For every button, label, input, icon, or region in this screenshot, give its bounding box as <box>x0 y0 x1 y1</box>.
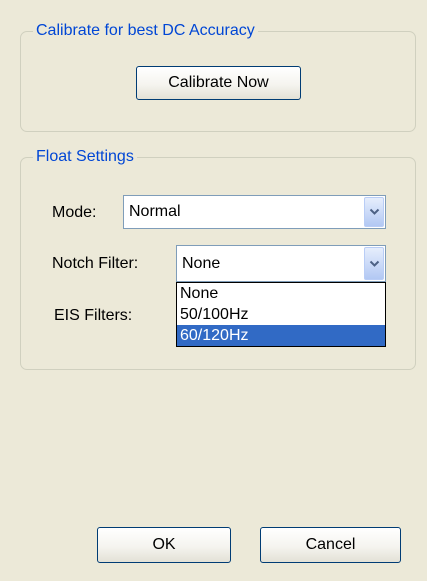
notch-filter-label: Notch Filter: <box>52 255 139 272</box>
notch-filter-select[interactable]: None <box>176 245 386 282</box>
calibrate-now-button[interactable]: Calibrate Now <box>136 66 301 100</box>
calibration-dialog: { "calibrate_group": { "title": "Calibra… <box>0 0 427 581</box>
notch-filter-dropdown-button[interactable] <box>364 247 384 280</box>
mode-select[interactable]: Normal <box>123 195 386 229</box>
notch-option-60-120hz[interactable]: 60/120Hz <box>177 325 385 346</box>
ok-button-label: OK <box>152 536 176 553</box>
ok-button[interactable]: OK <box>97 527 231 563</box>
calibrate-group-title: Calibrate for best DC Accuracy <box>33 21 258 41</box>
float-settings-groupbox: Float Settings Mode: Normal Notch Filter… <box>20 147 416 370</box>
chevron-down-icon <box>369 208 379 215</box>
notch-filter-dropdown-list: None 50/100Hz 60/120Hz <box>176 282 386 347</box>
cancel-button-label: Cancel <box>305 536 356 553</box>
calibrate-groupbox: Calibrate for best DC Accuracy Calibrate… <box>20 21 416 132</box>
notch-option-none[interactable]: None <box>177 283 385 304</box>
mode-dropdown-button[interactable] <box>364 197 384 227</box>
mode-select-value: Normal <box>129 203 181 220</box>
eis-filters-label: EIS Filters: <box>54 307 133 324</box>
cancel-button[interactable]: Cancel <box>260 527 401 563</box>
notch-option-50-100hz[interactable]: 50/100Hz <box>177 304 385 325</box>
calibrate-now-label: Calibrate Now <box>168 74 269 91</box>
mode-label: Mode: <box>52 204 97 221</box>
chevron-down-icon <box>369 260 379 267</box>
float-settings-title: Float Settings <box>33 147 137 167</box>
notch-filter-select-value: None <box>182 254 221 272</box>
